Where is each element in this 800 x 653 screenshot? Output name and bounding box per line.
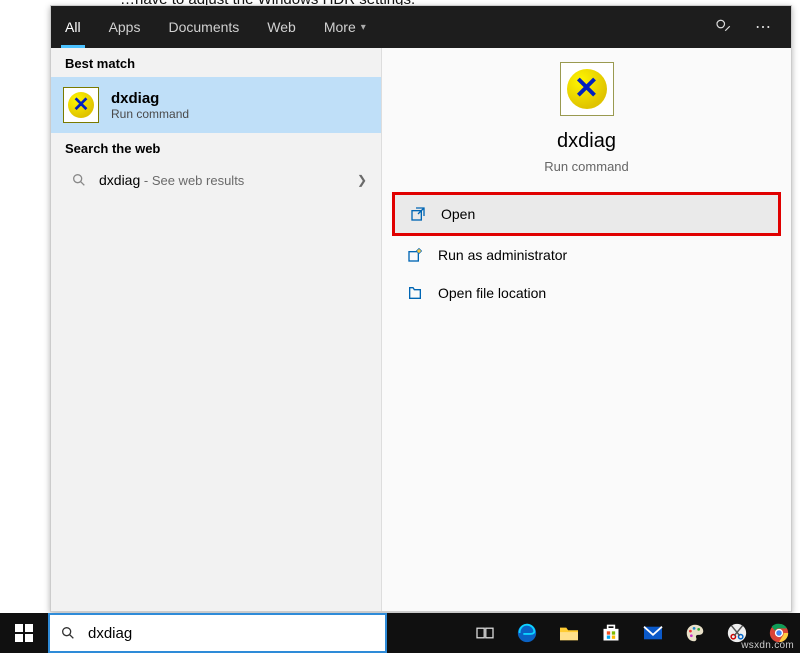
best-match-result[interactable]: ✕ dxdiag Run command	[51, 77, 381, 133]
file-explorer-icon[interactable]	[548, 613, 590, 653]
windows-search-panel: All Apps Documents Web More ▾ ⋯ Best matc…	[50, 5, 792, 612]
best-match-header: Best match	[51, 48, 381, 77]
microsoft-store-icon[interactable]	[590, 613, 632, 653]
tab-apps-label: Apps	[109, 19, 141, 35]
edge-icon[interactable]	[506, 613, 548, 653]
chevron-down-icon: ▾	[361, 22, 366, 33]
tab-web-label: Web	[267, 19, 296, 35]
shield-run-icon	[406, 246, 424, 264]
task-view-icon[interactable]	[464, 613, 506, 653]
results-left-column: Best match ✕ dxdiag Run command Search t…	[51, 48, 382, 611]
feedback-icon[interactable]	[703, 6, 743, 48]
preview-title: dxdiag	[557, 130, 616, 153]
tab-more[interactable]: More ▾	[310, 6, 380, 48]
action-open-location[interactable]: Open file location	[392, 274, 781, 312]
best-match-subtitle: Run command	[111, 107, 189, 121]
preview-subtitle: Run command	[544, 159, 629, 174]
folder-location-icon	[406, 284, 424, 302]
mail-icon[interactable]	[632, 613, 674, 653]
search-icon	[71, 172, 87, 188]
watermark-text: wsxdn.com	[741, 640, 794, 651]
web-result-hint: - See web results	[140, 173, 244, 188]
more-options-icon[interactable]: ⋯	[743, 6, 783, 48]
action-run-admin[interactable]: Run as administrator	[392, 236, 781, 274]
windows-logo-icon	[15, 624, 33, 642]
search-input[interactable]	[86, 624, 375, 643]
best-match-title: dxdiag	[111, 90, 189, 107]
tab-web[interactable]: Web	[253, 6, 310, 48]
tab-all[interactable]: All	[51, 6, 95, 48]
dxdiag-icon: ✕	[560, 62, 614, 116]
search-web-header: Search the web	[51, 133, 381, 162]
chevron-right-icon: ❯	[357, 173, 367, 187]
result-preview-pane: ✕ dxdiag Run command Open Run as adminis…	[382, 48, 791, 611]
tab-all-label: All	[65, 19, 81, 35]
taskbar-search-box[interactable]	[48, 613, 387, 653]
preview-actions: Open Run as administrator Open file loca…	[382, 192, 791, 312]
dxdiag-icon: ✕	[63, 87, 99, 123]
action-open-location-label: Open file location	[438, 285, 546, 301]
web-result-item[interactable]: dxdiag - See web results ❯	[51, 162, 381, 198]
start-button[interactable]	[0, 613, 48, 653]
action-open[interactable]: Open	[392, 192, 781, 236]
paint-icon[interactable]	[674, 613, 716, 653]
tab-more-label: More	[324, 19, 356, 35]
action-open-label: Open	[441, 206, 475, 222]
search-icon	[60, 625, 76, 641]
action-run-admin-label: Run as administrator	[438, 247, 567, 263]
taskbar	[0, 613, 800, 653]
open-icon	[409, 205, 427, 223]
tab-apps[interactable]: Apps	[95, 6, 155, 48]
tab-documents[interactable]: Documents	[154, 6, 253, 48]
search-tabbar: All Apps Documents Web More ▾ ⋯	[51, 6, 791, 48]
tab-documents-label: Documents	[168, 19, 239, 35]
web-result-term: dxdiag	[99, 172, 140, 188]
